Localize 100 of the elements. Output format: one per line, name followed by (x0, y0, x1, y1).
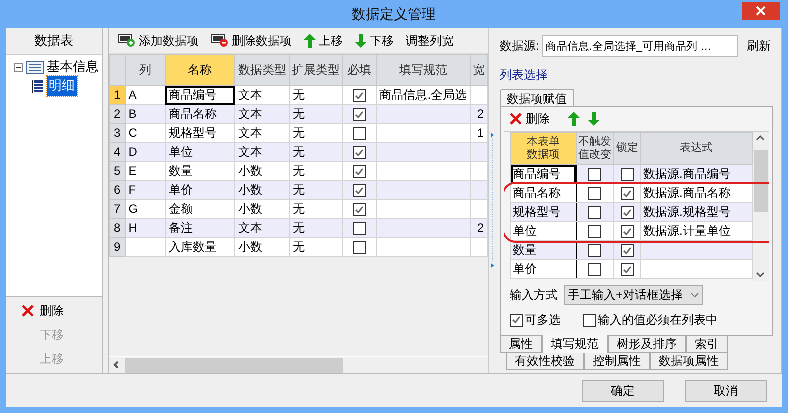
close-x-icon (22, 305, 34, 317)
window-title: 数据定义管理 (352, 4, 436, 24)
dialog-button[interactable]: 取消 (685, 380, 767, 402)
toolbar-button[interactable]: 上移 (301, 30, 346, 50)
column-header[interactable]: 填写规范 (376, 54, 471, 86)
row-header[interactable]: 7 (110, 200, 126, 218)
checkbox[interactable] (620, 168, 634, 182)
table-cell: 无 (290, 142, 343, 162)
row-header[interactable]: 1 (110, 86, 126, 104)
checkbox[interactable] (620, 244, 634, 258)
table-cell: 商品编号 (510, 164, 576, 184)
table-cell: 文本 (234, 124, 290, 142)
checkbox[interactable] (352, 222, 366, 236)
table-cell: 文本 (234, 104, 290, 124)
vertical-scrollbar[interactable] (752, 132, 769, 281)
table-cell: 数据源.计量单位 (640, 222, 752, 240)
datasource-field[interactable]: 商品信息.全局选择_可用商品列 … (542, 35, 738, 57)
checkbox[interactable] (352, 108, 366, 122)
checkbox[interactable] (352, 203, 366, 216)
checkbox[interactable] (620, 263, 634, 276)
row-header[interactable]: 4 (110, 142, 126, 162)
property-tab[interactable]: 数据项属性 (650, 353, 728, 370)
arrow-down-icon (355, 34, 367, 48)
table-cell: A (125, 86, 166, 104)
list-select-link[interactable]: 列表选择 (500, 66, 548, 84)
table-cell: 商品信息.全局选 (376, 86, 471, 104)
property-tab[interactable]: 控制属性 (584, 353, 650, 370)
table-cell: 无 (290, 104, 343, 124)
checkbox[interactable] (588, 206, 602, 220)
sidebar-action[interactable]: 删除 (6, 299, 102, 323)
property-tab[interactable]: 填写规范 (542, 335, 608, 354)
checkbox[interactable] (352, 146, 366, 160)
checkbox[interactable] (510, 314, 523, 326)
property-tab[interactable]: 属性 (500, 336, 542, 353)
table-cell: 无 (290, 86, 343, 104)
column-header[interactable]: 数据类型 (234, 54, 290, 86)
scrollbar-thumb[interactable] (125, 358, 343, 372)
checkbox[interactable] (583, 314, 596, 326)
field-label: 输入方式 (510, 287, 558, 304)
column-header[interactable]: 列 (125, 54, 166, 86)
table-cell: 规格型号 (510, 202, 576, 222)
row-header[interactable]: 9 (110, 238, 126, 256)
checkbox[interactable] (620, 187, 634, 200)
toolbar-button[interactable]: 调整列宽 (403, 30, 457, 50)
row-header[interactable]: 8 (110, 218, 126, 238)
column-header[interactable]: 宽 (470, 54, 488, 86)
move-up-button[interactable] (568, 112, 580, 126)
grid-icon (32, 80, 44, 92)
property-tab[interactable]: 索引 (686, 336, 728, 353)
checkbox[interactable] (588, 263, 602, 276)
column-header[interactable]: 表达式 (640, 132, 752, 164)
column-header[interactable]: 不触发值改变 (576, 132, 614, 164)
column-header[interactable]: 锁定 (614, 132, 641, 164)
chevron-up-icon (756, 135, 766, 141)
checkbox[interactable] (588, 168, 602, 182)
delete-button[interactable]: 删除 (510, 110, 550, 128)
refresh-button[interactable]: 刷新 (745, 35, 773, 57)
row-header[interactable]: 3 (110, 124, 126, 142)
tree-item[interactable]: 基本信息 (47, 57, 99, 77)
row-header[interactable]: 2 (110, 104, 126, 124)
move-down-button[interactable] (588, 112, 600, 126)
checkbox[interactable] (588, 244, 602, 258)
column-header[interactable]: 本表单数据项 (510, 132, 576, 164)
checkbox-label: 可多选 (525, 312, 561, 329)
scrollbar-thumb[interactable] (754, 150, 768, 212)
input-mode-dropdown[interactable]: 手工输入+对话框选择 (564, 285, 704, 305)
table-remove-icon (211, 34, 229, 48)
table-cell: 小数 (234, 238, 290, 256)
row-header[interactable]: 5 (110, 162, 126, 180)
checkbox[interactable] (620, 225, 634, 238)
chevron-down-icon (756, 272, 766, 278)
checkbox[interactable] (352, 241, 366, 254)
checkbox[interactable] (620, 206, 634, 220)
checkbox[interactable] (352, 127, 366, 140)
table-cell: C (125, 124, 166, 142)
property-tab[interactable]: 树形及排序 (608, 336, 686, 353)
toolbar-button[interactable]: 添加数据项 (115, 30, 202, 50)
toolbar-button[interactable]: 下移 (352, 30, 397, 50)
dialog-button[interactable]: 确定 (582, 380, 664, 402)
checkbox[interactable] (352, 165, 366, 178)
close-button[interactable] (742, 2, 780, 20)
checkbox[interactable] (588, 187, 602, 200)
panel-tab[interactable]: 数据项赋值 (500, 89, 574, 106)
column-header[interactable]: 必填 (342, 54, 376, 86)
table-cell: 小数 (234, 200, 290, 218)
table-cell (125, 238, 166, 256)
horizontal-scrollbar[interactable] (109, 356, 488, 373)
property-tab[interactable]: 有效性校验 (506, 353, 584, 370)
checkbox[interactable] (352, 184, 366, 198)
row-header[interactable]: 6 (110, 180, 126, 200)
table-cell: 无 (290, 180, 343, 200)
toolbar-button[interactable]: 删除数据项 (208, 30, 295, 50)
checkbox[interactable] (588, 225, 602, 238)
checkbox[interactable] (352, 89, 366, 102)
table-cell: 文本 (234, 218, 290, 238)
tree-item[interactable]: 明细 (47, 76, 77, 96)
tree-toggle[interactable] (14, 62, 23, 72)
column-header[interactable]: 名称 (165, 54, 235, 86)
arrow-up-icon (568, 112, 580, 126)
column-header[interactable]: 扩展类型 (290, 54, 343, 86)
